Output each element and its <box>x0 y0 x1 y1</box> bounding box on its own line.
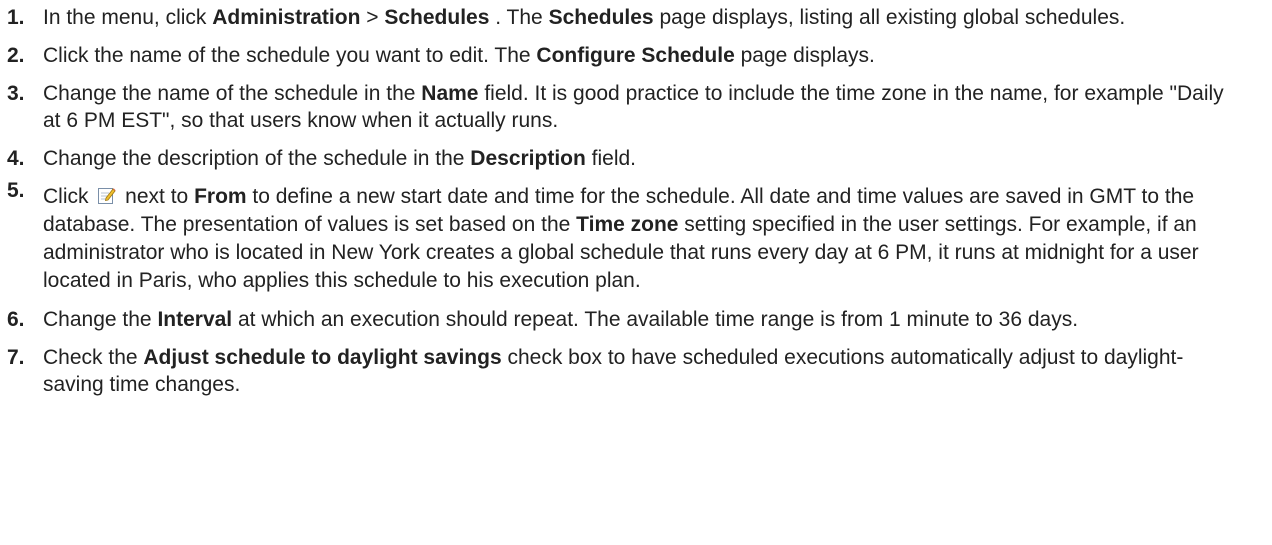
step-text: Change the Interval at which an executio… <box>43 306 1233 333</box>
step-text-part: next to <box>119 185 195 208</box>
step-number: 3. <box>7 82 25 105</box>
step-7: 7. Check the Adjust schedule to daylight… <box>0 344 1233 398</box>
step-number: 6. <box>7 308 25 331</box>
step-text-part: > <box>360 6 385 29</box>
ui-term-schedules-page: Schedules <box>548 6 654 29</box>
edit-icon <box>97 185 116 204</box>
step-text: In the menu, click Administration > Sche… <box>43 4 1233 31</box>
step-text: Change the description of the schedule i… <box>43 145 1233 172</box>
step-6: 6. Change the Interval at which an execu… <box>0 306 1233 333</box>
step-text-part: page displays, listing all existing glob… <box>653 6 1126 29</box>
step-text: Click the name of the schedule you want … <box>43 42 1233 69</box>
step-number: 2. <box>7 44 25 67</box>
step-1: 1. In the menu, click Administration > S… <box>0 4 1233 31</box>
ui-term-name: Name <box>421 82 479 105</box>
step-2: 2. Click the name of the schedule you wa… <box>0 42 1233 69</box>
step-number: 7. <box>7 346 25 369</box>
step-text: Check the Adjust schedule to daylight sa… <box>43 344 1233 398</box>
ui-term-configure-schedule: Configure Schedule <box>536 44 735 67</box>
ui-term-adjust-daylight: Adjust schedule to daylight savings <box>143 346 502 369</box>
step-number: 1. <box>7 6 25 29</box>
ui-term-from: From <box>194 185 247 208</box>
step-4: 4. Change the description of the schedul… <box>0 145 1233 172</box>
ui-term-description: Description <box>470 147 586 170</box>
step-5: 5. Click next to From to define a new st… <box>0 179 1233 295</box>
step-3: 3. Change the name of the schedule in th… <box>0 80 1233 134</box>
step-text-part: Change the <box>43 308 158 331</box>
step-text-part: Change the name of the schedule in the <box>43 82 422 105</box>
ui-term-time-zone: Time zone <box>576 213 679 236</box>
step-text: Click next to From to define a new start… <box>43 183 1233 295</box>
step-number: 4. <box>7 147 25 170</box>
step-text-part: field. <box>585 147 637 170</box>
step-text-part: In the menu, click <box>43 6 213 29</box>
step-text-part: Change the description of the schedule i… <box>43 147 471 170</box>
step-text: Change the name of the schedule in the N… <box>43 80 1233 134</box>
step-text-part: Click <box>43 185 95 208</box>
step-text-part: Click the name of the schedule you want … <box>43 44 537 67</box>
ui-term-schedules: Schedules <box>384 6 490 29</box>
step-text-part: at which an execution should repeat. The… <box>232 308 1079 331</box>
step-number: 5. <box>7 179 25 202</box>
procedure-steps: 1. In the menu, click Administration > S… <box>0 0 1272 398</box>
step-text-part: page displays. <box>734 44 875 67</box>
ui-term-administration: Administration <box>212 6 361 29</box>
step-text-part: . The <box>489 6 549 29</box>
ui-term-interval: Interval <box>157 308 233 331</box>
step-text-part: Check the <box>43 346 144 369</box>
